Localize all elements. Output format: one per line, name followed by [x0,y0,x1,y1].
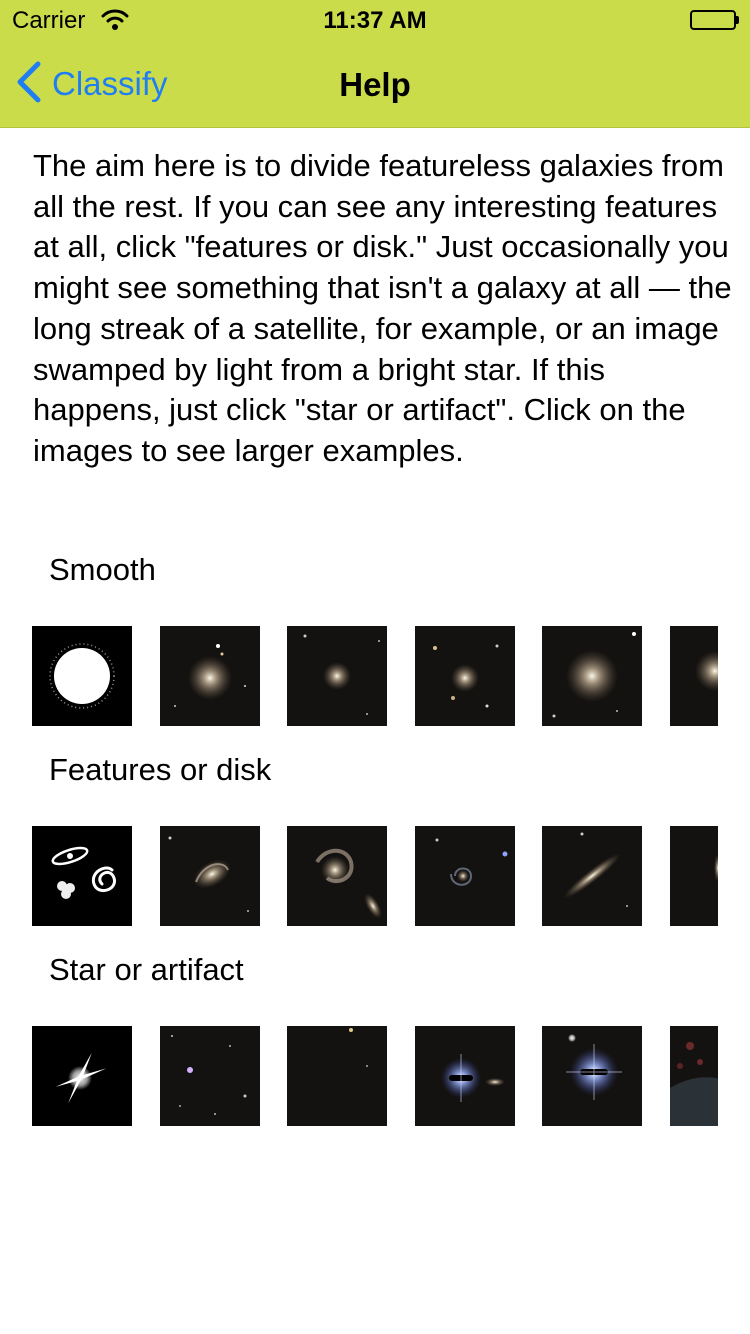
section-title-smooth: Smooth [49,552,156,587]
smooth-galaxy-icon[interactable] [32,626,132,726]
section-title-star-artifact: Star or artifact [49,952,244,987]
help-intro-text: The aim here is to divide featureless ga… [33,148,732,468]
features-disk-icon[interactable] [32,826,132,926]
features-examples-row[interactable] [32,826,718,926]
smooth-example-1[interactable] [160,626,260,726]
star-artifact-examples-row[interactable] [32,1026,718,1126]
smooth-example-2[interactable] [287,626,387,726]
page-title: Help [339,66,411,103]
navigation-bar: Classify Help [0,40,750,128]
smooth-example-5[interactable] [670,626,718,726]
status-time: 11:37 AM [323,7,427,34]
section-title-features: Features or disk [49,752,272,787]
star-example-5[interactable] [670,1026,718,1126]
app-header: Carrier 11:37 AM Classify Help [0,0,750,128]
star-example-4[interactable] [542,1026,642,1126]
star-artifact-icon[interactable] [32,1026,132,1126]
star-example-2[interactable] [287,1026,387,1126]
smooth-example-3[interactable] [415,626,515,726]
status-bar: Carrier 11:37 AM [0,0,750,40]
features-example-5[interactable] [670,826,718,926]
smooth-examples-row[interactable] [32,626,718,726]
smooth-example-4[interactable] [542,626,642,726]
features-example-4[interactable] [542,826,642,926]
features-example-2[interactable] [287,826,387,926]
features-example-1[interactable] [160,826,260,926]
battery-full-icon [690,10,740,30]
features-example-3[interactable] [415,826,515,926]
star-example-3[interactable] [415,1026,515,1126]
star-example-1[interactable] [160,1026,260,1126]
